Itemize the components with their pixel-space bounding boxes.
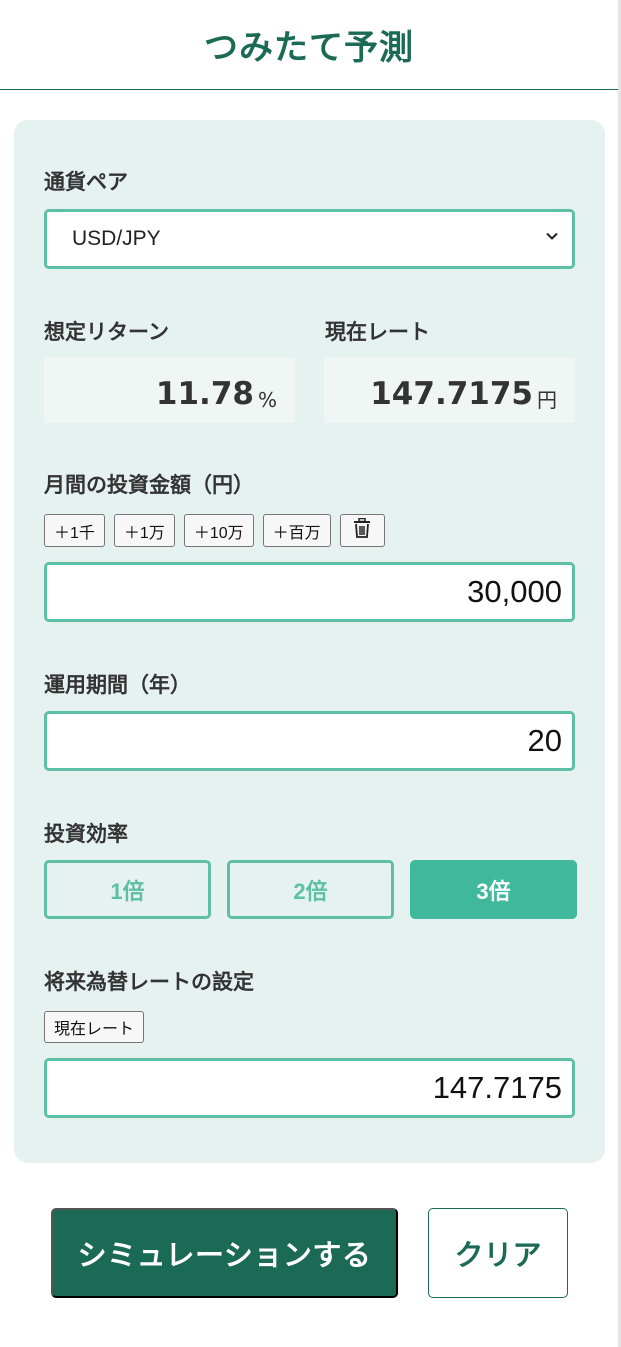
trash-icon xyxy=(353,517,371,543)
clear-button[interactable]: クリア xyxy=(428,1208,568,1298)
monthly-investment-label: 月間の投資金額（円） xyxy=(44,473,254,497)
quick-add-buttons: ＋1千 ＋1万 ＋10万 ＋百万 xyxy=(44,514,385,547)
future-rate-presets: 現在レート xyxy=(44,1011,145,1043)
current-rate-display: 147.7175 円 xyxy=(324,358,575,423)
chevron-down-icon xyxy=(546,230,558,242)
simulation-form-panel: 通貨ペア USD/JPY 想定リターン 11.78 % 現在レート 147.71… xyxy=(14,120,605,1163)
add-10-thousand-button[interactable]: ＋1万 xyxy=(113,514,175,547)
currency-pair-label: 通貨ペア xyxy=(44,170,128,194)
efficiency-2x-button[interactable]: 2倍 xyxy=(227,860,394,919)
simulate-button[interactable]: シミュレーションする xyxy=(51,1208,398,1298)
efficiency-3x-button[interactable]: 3倍 xyxy=(410,860,577,919)
add-100-thousand-button[interactable]: ＋10万 xyxy=(183,514,254,547)
expected-return-value: 11.78 xyxy=(155,376,254,412)
efficiency-options: 1倍 2倍 3倍 xyxy=(44,860,577,919)
add-1-million-button[interactable]: ＋百万 xyxy=(262,514,331,547)
efficiency-label: 投資効率 xyxy=(44,822,128,846)
period-input[interactable]: 20 xyxy=(44,711,575,771)
future-rate-label: 将来為替レートの設定 xyxy=(44,970,254,994)
use-current-rate-button[interactable]: 現在レート xyxy=(44,1011,145,1043)
clear-amount-button[interactable] xyxy=(339,514,385,547)
currency-pair-value: USD/JPY xyxy=(72,227,161,250)
period-label: 運用期間（年） xyxy=(44,673,191,697)
efficiency-1x-button[interactable]: 1倍 xyxy=(44,860,211,919)
expected-return-unit: % xyxy=(257,388,277,412)
currency-pair-select[interactable]: USD/JPY xyxy=(44,209,575,269)
title-bar: つみたて予測 xyxy=(0,0,618,90)
monthly-investment-input[interactable]: 30,000 xyxy=(44,562,575,622)
current-rate-unit: 円 xyxy=(537,388,557,412)
page-title: つみたて予測 xyxy=(204,28,414,68)
expected-return-label: 想定リターン xyxy=(44,320,169,344)
current-rate-label: 現在レート xyxy=(325,320,430,344)
expected-return-display: 11.78 % xyxy=(44,358,295,423)
future-rate-input[interactable]: 147.7175 xyxy=(44,1058,575,1118)
add-1-thousand-button[interactable]: ＋1千 xyxy=(44,514,105,547)
current-rate-value: 147.7175 xyxy=(370,376,533,412)
